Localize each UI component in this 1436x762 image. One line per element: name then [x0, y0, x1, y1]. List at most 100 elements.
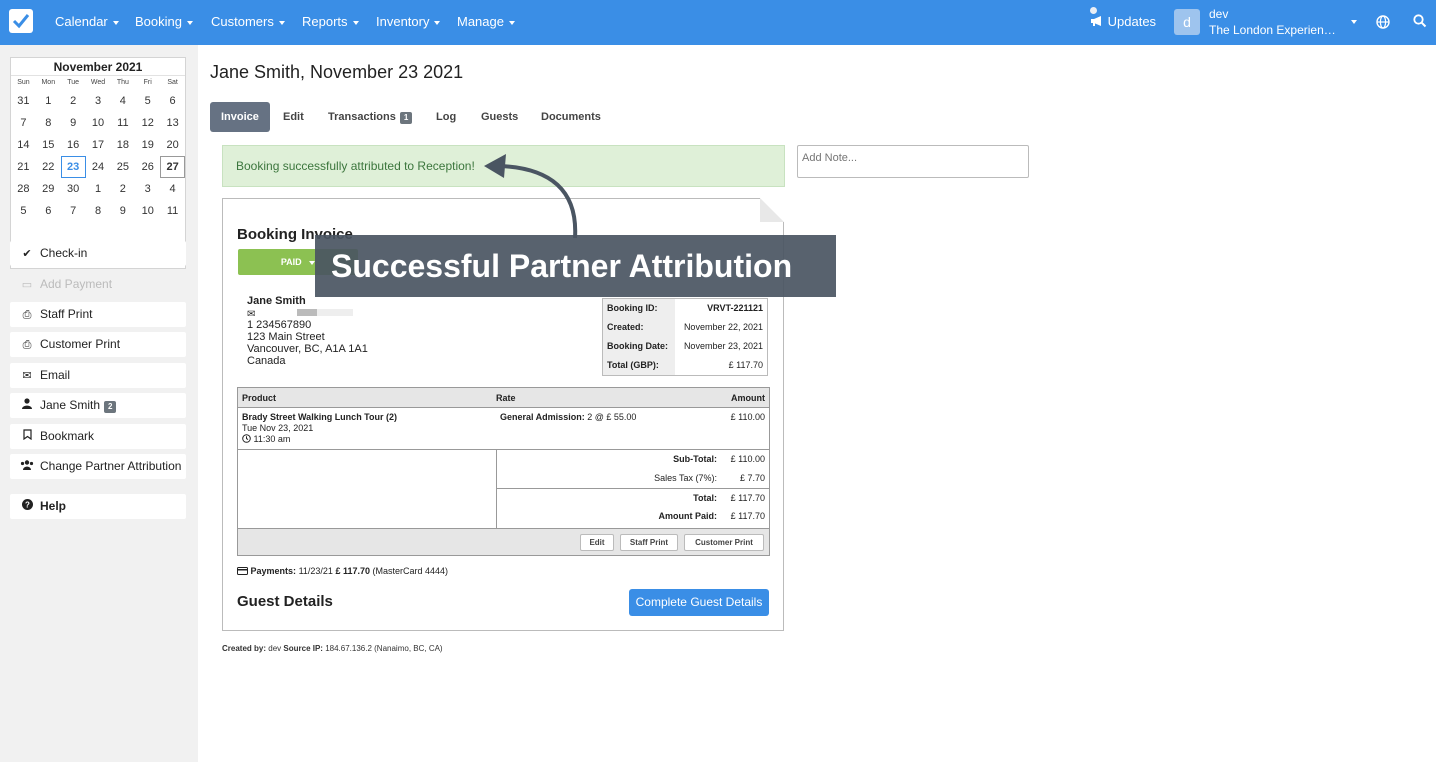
updates-button[interactable]: Updates [1090, 14, 1156, 29]
customer-country: Canada [247, 355, 286, 367]
rate-cell: General Admission: 2 @ £ 55.00 [500, 412, 637, 422]
customer-phone: 1 234567890 [247, 319, 312, 331]
calendar-day[interactable]: 24 [86, 156, 111, 178]
calendar-week: 14 15 16 17 18 19 20 [11, 134, 185, 156]
calendar-day[interactable]: 8 [36, 112, 61, 134]
calendar-day[interactable]: 3 [135, 178, 160, 200]
invoice-customer-print-button[interactable]: Customer Print [684, 534, 764, 551]
calendar-day[interactable]: 13 [160, 112, 185, 134]
change-partner-attribution-button[interactable]: Change Partner Attribution [10, 454, 186, 479]
tab-guests[interactable]: Guests [481, 102, 518, 132]
tab-log[interactable]: Log [436, 102, 456, 132]
calendar-day[interactable]: 11 [110, 112, 135, 134]
invoice-edit-button[interactable]: Edit [580, 534, 614, 551]
payments-line: Payments: 11/23/21 £ 117.70 (MasterCard … [237, 566, 448, 576]
customer-print-button[interactable]: ⎙ Customer Print [10, 332, 186, 357]
avatar[interactable]: d [1174, 9, 1200, 35]
calendar-week: 7 8 9 10 11 12 13 [11, 112, 185, 134]
calendar-day[interactable]: 12 [135, 112, 160, 134]
nav-customers[interactable]: Customers [211, 14, 285, 29]
calendar-day-today[interactable]: 27 [160, 156, 186, 178]
tab-transactions[interactable]: Transactions 1 [328, 102, 413, 132]
checkmark-logo-icon [12, 14, 30, 29]
tab-invoice[interactable]: Invoice [210, 102, 270, 132]
column-header: Rate [496, 393, 516, 403]
email-button[interactable]: ✉ Email [10, 363, 186, 388]
amount-paid-row: Amount Paid: £ 117.70 [658, 511, 766, 521]
calendar-day[interactable]: 7 [11, 112, 36, 134]
calendar-day[interactable]: 6 [36, 200, 61, 222]
calendar-day[interactable]: 9 [61, 112, 86, 134]
meta-value: November 23, 2021 [683, 341, 763, 351]
bookmark-button[interactable]: Bookmark [10, 424, 186, 449]
calendar-day[interactable]: 3 [86, 90, 111, 112]
calendar-day[interactable]: 19 [135, 134, 160, 156]
calendar-day[interactable]: 28 [11, 178, 36, 200]
staff-print-button[interactable]: ⎙ Staff Print [10, 302, 186, 327]
add-note-field[interactable] [797, 145, 1029, 178]
calendar-day[interactable]: 4 [160, 178, 185, 200]
calendar-day[interactable]: 14 [11, 134, 36, 156]
nav-reports[interactable]: Reports [302, 14, 359, 29]
calendar-day[interactable]: 31 [11, 90, 36, 112]
search-icon[interactable] [1413, 14, 1427, 28]
meta-row: Total (GBP): £ 117.70 [603, 356, 767, 375]
calendar-day[interactable]: 21 [11, 156, 36, 178]
megaphone-icon [1091, 16, 1101, 26]
mini-calendar: November 2021 Sun Mon Tue Wed Thu Fri Sa… [10, 57, 186, 269]
calendar-day[interactable]: 8 [86, 200, 111, 222]
printer-icon: ⎙ [22, 339, 32, 351]
help-button[interactable]: ? Help [10, 494, 186, 519]
calendar-day[interactable]: 1 [36, 90, 61, 112]
calendar-day[interactable]: 2 [110, 178, 135, 200]
calendar-day[interactable]: 2 [61, 90, 86, 112]
svg-text:?: ? [25, 501, 30, 510]
app-logo[interactable] [9, 9, 33, 33]
chevron-down-icon [278, 20, 285, 25]
calendar-day[interactable]: 1 [86, 178, 111, 200]
meta-label: Created: [603, 318, 675, 337]
calendar-day[interactable]: 25 [110, 156, 135, 178]
chevron-down-icon[interactable] [1351, 20, 1357, 24]
calendar-day[interactable]: 16 [61, 134, 86, 156]
calendar-day[interactable]: 18 [110, 134, 135, 156]
invoice-staff-print-button[interactable]: Staff Print [620, 534, 678, 551]
add-payment-button[interactable]: ▭ Add Payment [10, 272, 186, 297]
clock-icon [242, 434, 251, 443]
customer-name: Jane Smith [247, 295, 306, 307]
tab-edit[interactable]: Edit [283, 102, 304, 132]
tab-documents[interactable]: Documents [541, 102, 601, 132]
calendar-day[interactable]: 22 [36, 156, 61, 178]
user-name[interactable]: dev [1209, 7, 1228, 21]
calendar-day[interactable]: 4 [110, 90, 135, 112]
nav-booking[interactable]: Booking [135, 14, 193, 29]
nav-calendar[interactable]: Calendar [55, 14, 119, 29]
calendar-day-selected[interactable]: 23 [60, 156, 86, 178]
calendar-day[interactable]: 10 [135, 200, 160, 222]
calendar-day[interactable]: 15 [36, 134, 61, 156]
calendar-day[interactable]: 11 [160, 200, 185, 222]
calendar-day[interactable]: 10 [86, 112, 111, 134]
calendar-day[interactable]: 6 [160, 90, 185, 112]
calendar-day[interactable]: 20 [160, 134, 185, 156]
calendar-day[interactable]: 9 [110, 200, 135, 222]
globe-icon[interactable] [1376, 15, 1390, 29]
calendar-day[interactable]: 17 [86, 134, 111, 156]
complete-guest-details-button[interactable]: Complete Guest Details [629, 589, 769, 616]
calendar-week: 21 22 23 24 25 26 27 [11, 156, 186, 178]
calendar-day[interactable]: 7 [61, 200, 86, 222]
nav-manage[interactable]: Manage [457, 14, 515, 29]
product-date: Tue Nov 23, 2021 [242, 423, 314, 433]
calendar-day[interactable]: 5 [11, 200, 36, 222]
calendar-day[interactable]: 30 [61, 178, 86, 200]
user-organization[interactable]: The London Experience Tours [1209, 23, 1341, 37]
calendar-day[interactable]: 29 [36, 178, 61, 200]
notification-dot [1090, 7, 1097, 14]
checkin-button[interactable]: ✔ Check-in [10, 241, 186, 266]
customer-profile-button[interactable]: Jane Smith 2 [10, 393, 186, 418]
credit-card-icon: ▭ [21, 279, 33, 291]
calendar-day[interactable]: 26 [135, 156, 160, 178]
question-circle-icon: ? [20, 495, 34, 520]
nav-inventory[interactable]: Inventory [376, 14, 441, 29]
calendar-day[interactable]: 5 [135, 90, 160, 112]
